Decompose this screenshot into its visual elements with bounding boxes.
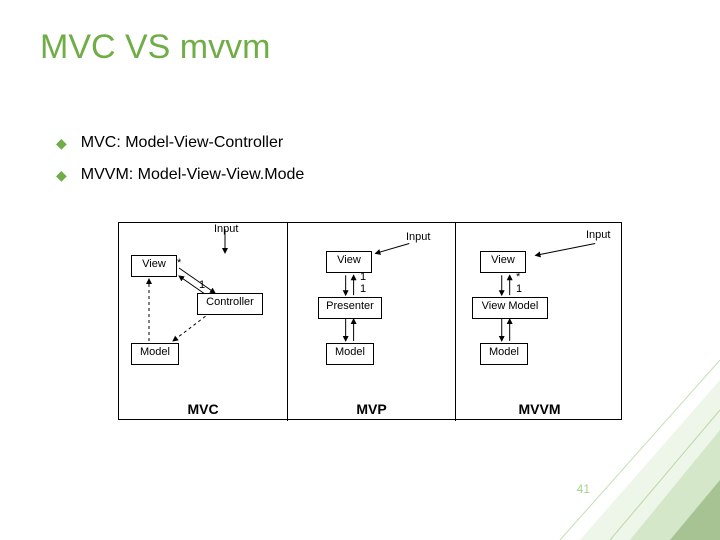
presenter-box: Presenter: [318, 297, 382, 319]
bullet-text: MVVM: Model-View-View.Mode: [81, 166, 305, 184]
input-label: Input: [214, 223, 238, 235]
pattern-name: MVP: [288, 401, 455, 417]
list-item: ◆ MVC: Model-View-Controller: [56, 134, 304, 152]
page-number: 41: [577, 482, 590, 496]
list-item: ◆ MVVM: Model-View-View.Mode: [56, 166, 304, 184]
view-box: View: [326, 251, 372, 273]
mult-one: 1: [516, 283, 522, 295]
diagram: Input View Controller Model * 1 MVC Inpu…: [118, 222, 622, 420]
mult-star: *: [516, 271, 520, 283]
mult-one: 1: [360, 283, 366, 295]
bullet-icon: ◆: [56, 135, 67, 152]
model-box: Model: [480, 343, 528, 365]
model-box: Model: [326, 343, 374, 365]
controller-box: Controller: [197, 293, 263, 315]
input-label: Input: [406, 231, 430, 243]
diagram-column-mvc: Input View Controller Model * 1 MVC: [119, 223, 287, 421]
slide-title: MVC VS mvvm: [40, 28, 270, 67]
view-box: View: [131, 255, 177, 277]
mult-one: 1: [360, 271, 366, 283]
view-box: View: [480, 251, 526, 273]
viewmodel-box: View Model: [472, 297, 548, 319]
arrows-icon: [119, 223, 287, 421]
bullet-text: MVC: Model-View-Controller: [81, 134, 283, 152]
model-box: Model: [131, 343, 179, 365]
mult-one: 1: [199, 279, 205, 291]
diagram-column-mvp: Input View Presenter Model 1 1 MVP: [287, 223, 455, 421]
bullet-list: ◆ MVC: Model-View-Controller ◆ MVVM: Mod…: [56, 120, 304, 198]
diagram-column-mvvm: Input View View Model Model * 1 MVVM: [455, 223, 623, 421]
slide: MVC VS mvvm ◆ MVC: Model-View-Controller…: [0, 0, 720, 540]
input-label: Input: [586, 229, 610, 241]
pattern-name: MVC: [119, 401, 287, 417]
mult-star: *: [177, 257, 181, 269]
pattern-name: MVVM: [456, 401, 623, 417]
bullet-icon: ◆: [56, 167, 67, 184]
